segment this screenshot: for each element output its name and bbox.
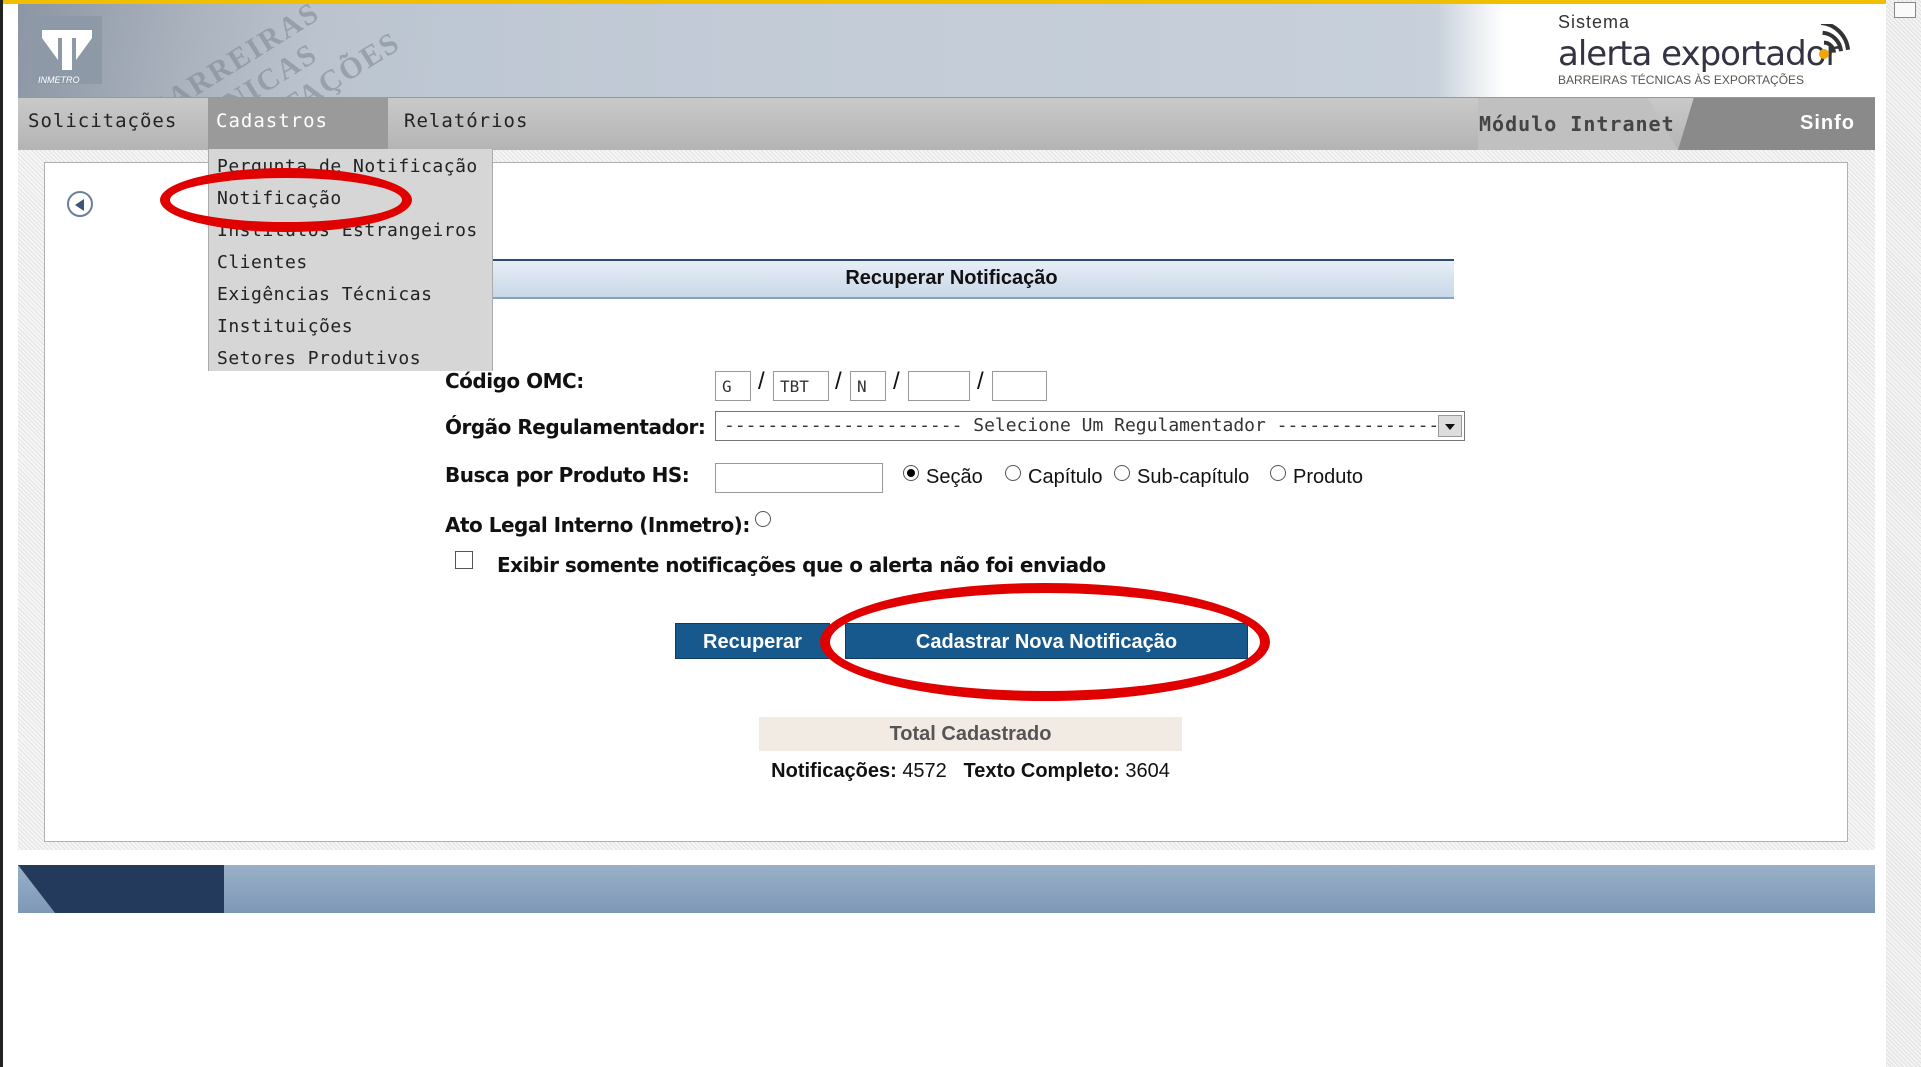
highlight-oval-cadastrar: [820, 583, 1270, 701]
codigo-separator: /: [758, 368, 765, 395]
dropdown-item-instituicoes[interactable]: Instituições: [217, 316, 353, 337]
scrollbar[interactable]: [1886, 0, 1921, 1067]
brand-tagline: BARREIRAS TÉCNICAS ÀS EXPORTAÇÕES: [1558, 73, 1805, 87]
ato-legal-radio[interactable]: [755, 511, 771, 527]
codigo-omc-label: Código OMC:: [445, 369, 584, 393]
exibir-checkbox-label[interactable]: Exibir somente notificações que o alerta…: [497, 553, 1106, 577]
codigo-field-1[interactable]: G: [715, 371, 751, 401]
dropdown-item-setores-produtivos[interactable]: Setores Produtivos: [217, 348, 421, 369]
modulo-label: Módulo Intranet: [1479, 112, 1675, 136]
signal-wave-icon: [1819, 24, 1851, 59]
notificacoes-label: Notificações:: [771, 760, 897, 782]
radio-secao[interactable]: [903, 465, 919, 481]
texto-completo-value: 3604: [1125, 760, 1170, 782]
logo-caption: INMETRO: [38, 75, 80, 85]
header-photo-text: BARREIRAS TÉCNICAS EXPORTAÇÕES: [143, 4, 406, 98]
codigo-field-3[interactable]: N: [850, 371, 886, 401]
dropdown-item-exigencias-tecnicas[interactable]: Exigências Técnicas: [217, 284, 432, 305]
radio-produto-label[interactable]: Produto: [1293, 466, 1363, 489]
form-title: Recuperar Notificação: [845, 267, 1058, 289]
exibir-checkbox[interactable]: [455, 551, 473, 569]
totals-stats: Notificações: 4572 Texto Completo: 3604: [759, 760, 1182, 783]
orgao-label: Órgão Regulamentador:: [445, 415, 706, 439]
radio-produto[interactable]: [1270, 465, 1286, 481]
highlight-oval-notificacao: [160, 168, 412, 232]
total-cadastrado-header: Total Cadastrado: [759, 717, 1182, 751]
footer-dark-accent: [18, 865, 224, 913]
codigo-field-5[interactable]: [992, 371, 1047, 401]
footer-bar: [18, 865, 1875, 913]
notificacoes-value: 4572: [902, 760, 947, 782]
dropdown-item-clientes[interactable]: Clientes: [217, 252, 308, 273]
radio-capitulo[interactable]: [1005, 465, 1021, 481]
window-left-edge: [0, 0, 3, 1067]
brand-sistema: Sistema: [1558, 12, 1631, 32]
inmetro-logo-icon: [32, 16, 102, 84]
form-title-bar: Recuperar Notificação: [449, 259, 1454, 299]
texto-completo-label: Texto Completo:: [963, 760, 1120, 782]
codigo-separator: /: [893, 368, 900, 395]
radio-subcapitulo[interactable]: [1114, 465, 1130, 481]
busca-label: Busca por Produto HS:: [445, 463, 690, 487]
menu-solicitacoes[interactable]: Solicitações: [28, 110, 177, 132]
brand-name: alerta exportador: [1558, 34, 1839, 74]
busca-input[interactable]: [715, 463, 883, 493]
codigo-separator: /: [835, 368, 842, 395]
radio-subcapitulo-label[interactable]: Sub-capítulo: [1137, 466, 1249, 489]
codigo-separator: /: [977, 368, 984, 395]
radio-secao-label[interactable]: Seção: [926, 466, 983, 489]
dropdown-arrow-icon[interactable]: [1438, 415, 1462, 437]
orgao-select[interactable]: ---------------------- Selecione Um Regu…: [715, 411, 1465, 441]
codigo-field-2[interactable]: TBT: [773, 371, 829, 401]
codigo-field-4[interactable]: [908, 371, 970, 401]
menu-relatorios[interactable]: Relatórios: [404, 110, 528, 132]
total-cadastrado-title: Total Cadastrado: [889, 723, 1052, 745]
header-banner: BARREIRAS TÉCNICAS EXPORTAÇÕES INMETRO S…: [18, 4, 1875, 98]
back-arrow-icon[interactable]: [67, 191, 93, 217]
sinfo-label[interactable]: Sinfo: [1800, 112, 1855, 135]
app-frame: BARREIRAS TÉCNICAS EXPORTAÇÕES INMETRO S…: [18, 0, 1875, 915]
scroll-up-button[interactable]: [1894, 2, 1916, 18]
ato-legal-label: Ato Legal Interno (Inmetro):: [445, 513, 750, 537]
main-menubar: Solicitações Cadastros Relatórios Módulo…: [18, 97, 1875, 152]
orgao-select-value: ---------------------- Selecione Um Regu…: [724, 415, 1451, 436]
menu-cadastros[interactable]: Cadastros: [216, 110, 328, 132]
radio-capitulo-label[interactable]: Capítulo: [1028, 466, 1103, 489]
recuperar-button[interactable]: Recuperar: [675, 623, 830, 659]
